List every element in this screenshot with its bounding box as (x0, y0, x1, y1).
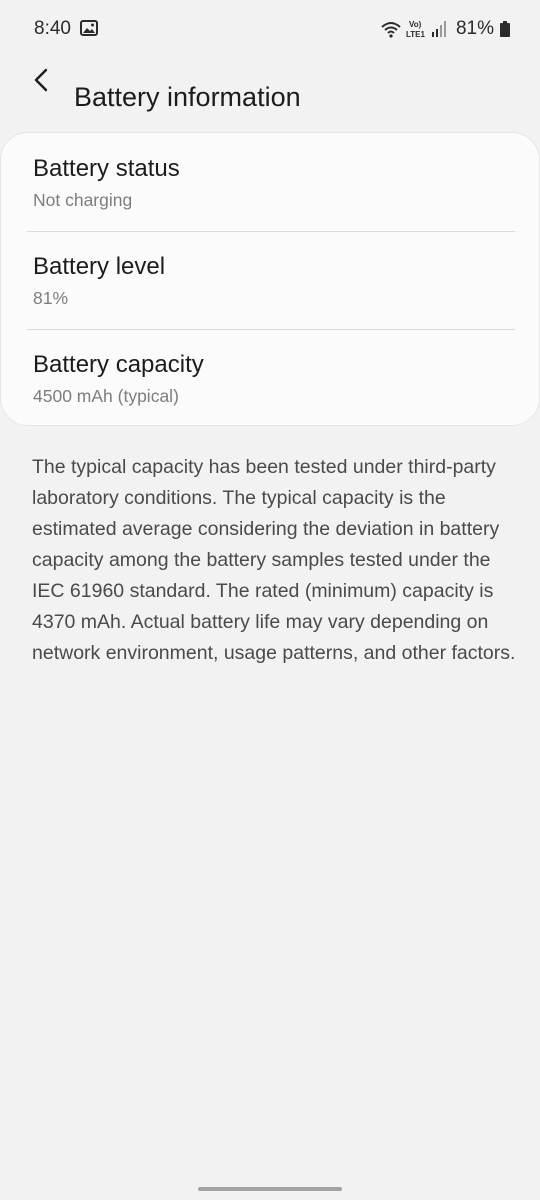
gallery-icon (80, 20, 98, 36)
item-label: Battery capacity (33, 351, 204, 378)
status-time: 8:40 (34, 18, 71, 39)
app-header: Battery information (0, 58, 540, 112)
battery-percent: 81% (455, 18, 494, 39)
page-title: Battery information (74, 82, 301, 113)
signal-icon (431, 21, 446, 37)
item-value: 81% (33, 288, 69, 308)
volte-lte-icon: Vo) LTE1 (406, 20, 426, 39)
item-label: Battery level (33, 253, 166, 280)
status-bar: 8:40 Vo) LTE1 81% (0, 0, 540, 58)
battery-status-item[interactable]: Battery status Not charging (33, 133, 513, 231)
battery-info-card: Battery status Not charging Battery leve… (0, 132, 540, 426)
home-indicator[interactable] (198, 1187, 342, 1191)
svg-text:Vo): Vo) (409, 20, 422, 29)
status-icons: Vo) LTE1 81% (380, 16, 510, 42)
wifi-icon (381, 22, 401, 38)
item-value: 4500 mAh (typical) (33, 386, 179, 406)
svg-text:LTE1: LTE1 (406, 30, 426, 39)
item-label: Battery status (33, 155, 180, 182)
capacity-description: The typical capacity has been tested und… (32, 456, 516, 664)
battery-capacity-item[interactable]: Battery capacity 4500 mAh (typical) (33, 329, 513, 427)
back-arrow-icon (34, 68, 48, 92)
item-value: Not charging (33, 190, 133, 210)
battery-icon (500, 21, 510, 37)
back-button[interactable] (24, 62, 60, 98)
battery-level-item[interactable]: Battery level 81% (33, 231, 513, 329)
